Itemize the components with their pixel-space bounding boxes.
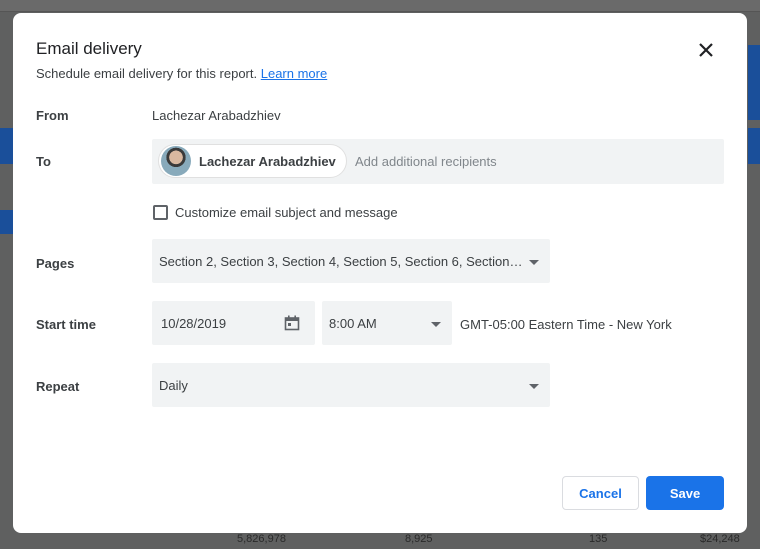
background-panel bbox=[748, 45, 760, 120]
background-panel bbox=[748, 128, 760, 164]
time-value: 8:00 AM bbox=[329, 315, 377, 331]
chevron-down-icon bbox=[431, 322, 441, 327]
background-cell: 8,925 bbox=[405, 533, 433, 545]
background-toolbar bbox=[0, 0, 760, 12]
learn-more-link[interactable]: Learn more bbox=[261, 66, 327, 81]
recipient-name: Lachezar Arabadzhiev bbox=[199, 153, 336, 169]
pages-select[interactable]: Section 2, Section 3, Section 4, Section… bbox=[152, 239, 550, 283]
start-time-label: Start time bbox=[36, 317, 96, 332]
repeat-label: Repeat bbox=[36, 379, 80, 394]
repeat-value: Daily bbox=[159, 377, 188, 393]
timezone-value[interactable]: GMT-05:00 Eastern Time - New York bbox=[460, 317, 672, 332]
to-label: To bbox=[36, 154, 51, 169]
recipient-chip[interactable]: Lachezar Arabadzhiev bbox=[158, 144, 347, 178]
customize-checkbox[interactable] bbox=[153, 205, 168, 220]
cancel-button[interactable]: Cancel bbox=[562, 476, 639, 510]
pages-value: Section 2, Section 3, Section 4, Section… bbox=[159, 253, 523, 269]
chevron-down-icon bbox=[529, 260, 539, 265]
save-button[interactable]: Save bbox=[646, 476, 724, 510]
date-value: 10/28/2019 bbox=[161, 315, 227, 331]
dialog-subtitle: Schedule email delivery for this report.… bbox=[36, 66, 327, 81]
background-panel bbox=[0, 128, 14, 164]
avatar bbox=[161, 146, 191, 176]
chevron-down-icon bbox=[529, 384, 539, 389]
customize-label: Customize email subject and message bbox=[175, 205, 398, 220]
background-cell: 5,826,978 bbox=[237, 533, 286, 545]
calendar-icon[interactable] bbox=[284, 315, 300, 336]
recipients-input[interactable]: Add additional recipients bbox=[355, 154, 497, 169]
dialog-title: Email delivery bbox=[36, 39, 142, 58]
from-label: From bbox=[36, 108, 69, 123]
pages-label: Pages bbox=[36, 256, 75, 271]
background-panel bbox=[0, 210, 14, 234]
subtitle-text: Schedule email delivery for this report. bbox=[36, 66, 258, 81]
background-cell: $24,248 bbox=[700, 533, 740, 545]
background-cell: 135 bbox=[589, 533, 608, 545]
close-icon[interactable] bbox=[695, 39, 717, 61]
from-value: Lachezar Arabadzhiev bbox=[152, 108, 281, 123]
email-delivery-dialog: Email delivery Schedule email delivery f… bbox=[13, 13, 747, 533]
repeat-select[interactable]: Daily bbox=[152, 363, 550, 407]
